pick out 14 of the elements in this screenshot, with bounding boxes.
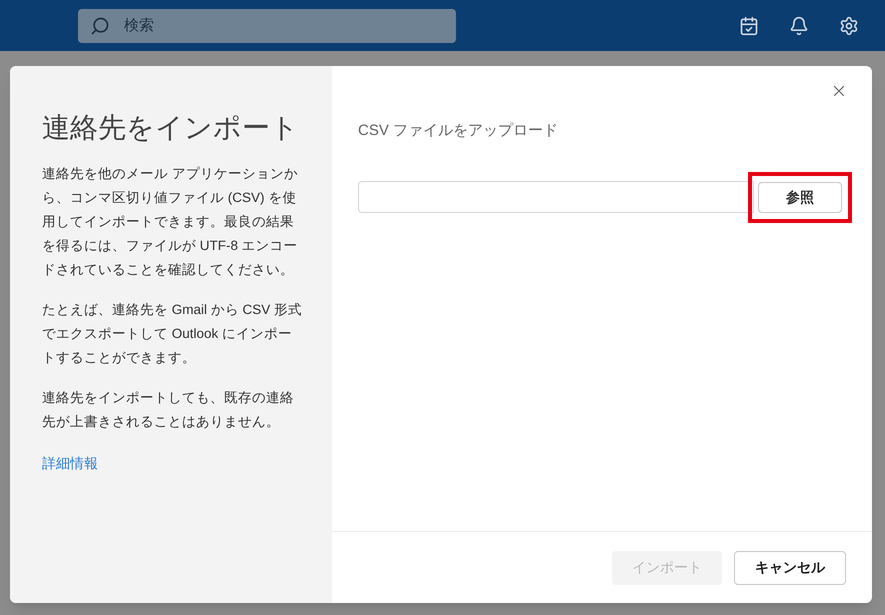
- more-info-link[interactable]: 詳細情報: [42, 453, 98, 474]
- cancel-button[interactable]: キャンセル: [734, 550, 846, 584]
- notification-icon[interactable]: [789, 16, 809, 36]
- description-text: たとえば、連絡先を Gmail から CSV 形式でエクスポートして Outlook にインポートすることができます。: [42, 301, 304, 367]
- description-text: 連絡先をインポートしても、既存の連絡先が上書きされることはありません。: [42, 389, 295, 431]
- description-text: 連絡先を他のメール アプリケーションから、コンマ区切り値ファイル (CSV) を使用してインポートできます。最良の結果を得るには、ファイルが UTF-8 エンコードされていることを確認してください。: [42, 165, 299, 279]
- file-path-field[interactable]: [358, 181, 754, 213]
- search-icon: [90, 16, 110, 36]
- upload-label: CSV ファイルをアップロード: [358, 121, 560, 141]
- calendar-check-icon[interactable]: [739, 16, 759, 36]
- dialog-title: 連絡先をインポート: [42, 111, 300, 145]
- browse-button[interactable]: 参照: [758, 182, 842, 212]
- settings-icon[interactable]: [839, 16, 859, 36]
- search-field[interactable]: 検索: [78, 8, 456, 42]
